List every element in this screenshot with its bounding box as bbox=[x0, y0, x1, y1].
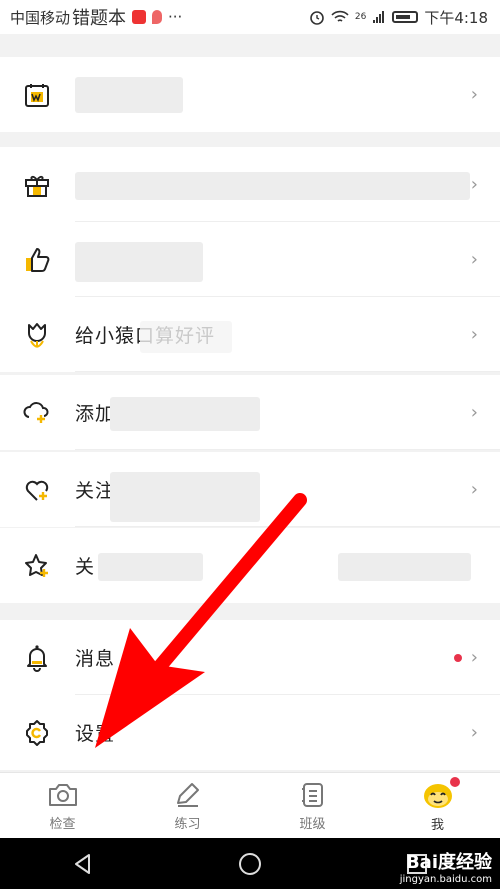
unread-dot bbox=[454, 653, 462, 662]
chevron-right-icon: › bbox=[470, 249, 478, 270]
menu-item-label: 消息 bbox=[75, 648, 116, 670]
notification-dot bbox=[449, 777, 460, 787]
thumbs-up-icon bbox=[22, 245, 52, 275]
chevron-right-icon: › bbox=[470, 402, 478, 423]
tab-label: 检查 bbox=[49, 816, 76, 832]
watermark-url: jingyan.baidu.com bbox=[399, 874, 492, 885]
menu-item-5[interactable]: 关注 › bbox=[0, 452, 500, 527]
menu-item-label: 设置 bbox=[75, 723, 116, 745]
gear-icon bbox=[22, 718, 52, 748]
watermark: Bai度经验 jingyan.baidu.com bbox=[400, 848, 492, 885]
redacted-text bbox=[110, 397, 260, 431]
menu-item-0[interactable]: › bbox=[0, 57, 500, 132]
pencil-icon bbox=[176, 782, 199, 807]
redacted-text bbox=[75, 77, 183, 113]
status-bar: 中国移动 错题本 ··· 26 下午4:18 bbox=[0, 0, 500, 34]
star-add-icon bbox=[22, 551, 52, 581]
redacted-text bbox=[98, 553, 203, 581]
menu-item-1[interactable]: › bbox=[0, 147, 500, 222]
signal-text: 26 bbox=[354, 12, 367, 22]
camera-icon bbox=[48, 783, 77, 806]
menu-item-3[interactable]: 给小猿口算好评 › bbox=[0, 297, 500, 372]
chevron-right-icon: › bbox=[470, 324, 478, 345]
wifi-icon bbox=[331, 10, 349, 22]
menu-item-2[interactable]: › bbox=[0, 222, 500, 297]
battery-icon bbox=[392, 11, 419, 23]
app-badge-icon bbox=[132, 10, 147, 24]
home-icon[interactable] bbox=[238, 852, 262, 876]
gift-icon bbox=[22, 170, 52, 200]
back-icon[interactable] bbox=[71, 852, 95, 876]
calendar-w-icon bbox=[22, 80, 52, 110]
chevron-right-icon: › bbox=[470, 84, 478, 105]
chevron-right-icon: › bbox=[470, 647, 478, 668]
signal-icon bbox=[373, 11, 385, 23]
redacted-text bbox=[75, 172, 470, 200]
menu-item-4[interactable]: 添加 › bbox=[0, 375, 500, 450]
tab-label: 我 bbox=[430, 817, 444, 833]
heart-add-icon bbox=[22, 475, 52, 505]
redacted-text bbox=[110, 472, 260, 522]
alarm-icon bbox=[310, 11, 324, 25]
menu-item-label: 关 bbox=[75, 556, 96, 578]
time-text: 下午4:18 bbox=[424, 8, 488, 27]
list-icon bbox=[301, 782, 323, 807]
tab-check[interactable]: 检查 bbox=[0, 773, 125, 839]
menu-item-settings[interactable]: 设置 › bbox=[0, 695, 500, 770]
system-nav-bar: Bai度经验 jingyan.baidu.com bbox=[0, 838, 500, 889]
chevron-right-icon: › bbox=[470, 479, 478, 500]
tab-label: 练习 bbox=[174, 816, 201, 832]
bottom-tab-bar: 检查 练习 班级 我 bbox=[0, 772, 500, 839]
tab-practice[interactable]: 练习 bbox=[125, 773, 250, 839]
menu-item-6[interactable]: 关 bbox=[0, 528, 500, 603]
menu-item-label: 关注 bbox=[75, 480, 116, 502]
redacted-text bbox=[338, 553, 471, 581]
bell-icon bbox=[22, 643, 52, 673]
redacted-text bbox=[140, 321, 232, 353]
tab-label: 班级 bbox=[299, 816, 326, 832]
location-pin-icon bbox=[152, 10, 163, 24]
chevron-right-icon: › bbox=[470, 722, 478, 743]
chevron-right-icon: › bbox=[470, 174, 478, 195]
cloud-add-icon bbox=[22, 398, 52, 428]
redacted-text bbox=[75, 242, 203, 282]
menu-item-messages[interactable]: 消息 › bbox=[0, 620, 500, 695]
tab-class[interactable]: 班级 bbox=[250, 773, 375, 839]
menu-item-label: 添加 bbox=[75, 403, 116, 425]
tab-me[interactable]: 我 bbox=[375, 773, 500, 839]
carrier-text: 中国移动 bbox=[10, 8, 71, 27]
watermark-title: Bai度经验 bbox=[405, 852, 492, 873]
overlay-title: 错题本 bbox=[72, 8, 127, 29]
tulip-icon bbox=[22, 320, 52, 350]
more-notifications: ··· bbox=[168, 8, 183, 26]
